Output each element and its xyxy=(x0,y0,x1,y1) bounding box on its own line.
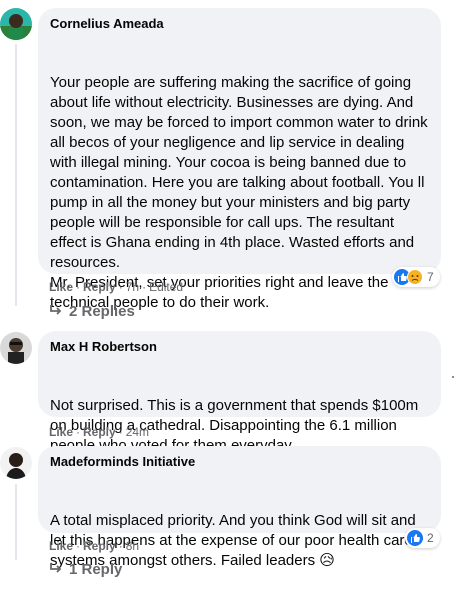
reaction-summary[interactable]: 2 xyxy=(405,528,440,548)
edited-label[interactable]: Edited xyxy=(149,280,183,294)
comment-bubble: Cornelius Ameada Your people are sufferi… xyxy=(38,8,441,311)
view-replies-button[interactable]: 1 Reply xyxy=(49,560,122,580)
comment-actions: Like · Reply · 24m xyxy=(49,425,150,439)
thread-line xyxy=(15,44,17,306)
comment-timestamp[interactable]: 7h xyxy=(126,280,139,294)
comment-actions: Like · Reply · 8h xyxy=(49,539,140,553)
reply-button[interactable]: Reply xyxy=(83,280,116,294)
avatar-image xyxy=(0,447,32,479)
comment-author[interactable]: Cornelius Ameada xyxy=(50,16,429,32)
like-button[interactable]: Like xyxy=(49,539,73,553)
comment-actions: Like · Reply · 7h · Edited xyxy=(49,280,184,294)
comment-timestamp[interactable]: 8h xyxy=(126,539,139,553)
comment-author[interactable]: Madeforminds Initiative xyxy=(50,454,429,470)
sad-reaction-icon xyxy=(407,269,423,285)
avatar-image xyxy=(0,332,32,364)
more-options-icon[interactable] xyxy=(452,376,454,378)
comment-bubble: Madeforminds Initiative A total misplace… xyxy=(38,446,441,569)
comment-bubble: Max H Robertson Not surprised. This is a… xyxy=(38,331,441,454)
avatar[interactable] xyxy=(0,8,32,40)
like-button[interactable]: Like xyxy=(49,280,73,294)
avatar[interactable] xyxy=(0,447,32,479)
reply-button[interactable]: Reply xyxy=(83,539,116,553)
reaction-count: 7 xyxy=(427,270,434,284)
comment-paragraph: Your people are suffering making the sac… xyxy=(50,74,432,271)
thread-line xyxy=(15,484,17,560)
comment-author[interactable]: Max H Robertson xyxy=(50,339,429,355)
replies-count-label: 1 Reply xyxy=(69,561,123,578)
reply-arrow-icon xyxy=(49,302,69,322)
reaction-count: 2 xyxy=(427,531,434,545)
comment-timestamp[interactable]: 24m xyxy=(126,425,149,439)
reply-button[interactable]: Reply xyxy=(83,425,116,439)
view-replies-button[interactable]: 2 Replies xyxy=(49,302,135,322)
like-reaction-icon xyxy=(407,530,423,546)
replies-count-label: 2 Replies xyxy=(69,303,135,320)
reply-arrow-icon xyxy=(49,560,69,580)
reaction-summary[interactable]: 7 xyxy=(392,267,440,287)
like-button[interactable]: Like xyxy=(49,425,73,439)
avatar[interactable] xyxy=(0,332,32,364)
avatar-image xyxy=(0,8,32,40)
